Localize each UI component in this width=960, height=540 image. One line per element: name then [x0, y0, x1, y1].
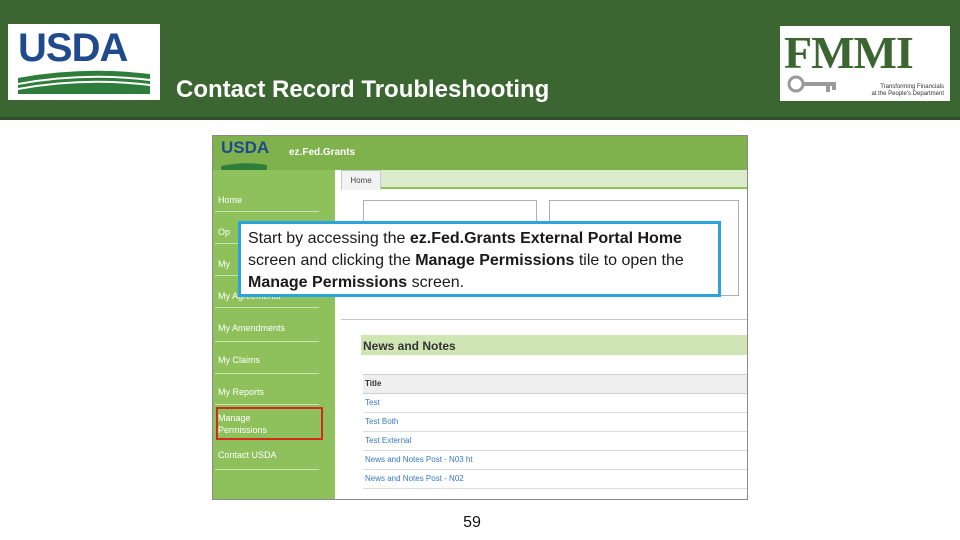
sidebar-divider: [215, 373, 319, 374]
sidebar-item-my-amendments[interactable]: My Amendments: [218, 322, 318, 334]
header-band: USDA Contact Record Troubleshooting FMMI…: [0, 0, 960, 120]
news-row-link[interactable]: Test Both: [363, 413, 747, 432]
usda-logo-text: USDA: [18, 26, 128, 70]
sidebar-divider: [215, 211, 319, 212]
fmmi-tagline: Transforming Financials at the People's …: [871, 84, 944, 98]
mini-usda-logo: USDA: [221, 138, 270, 170]
sidebar-item-my-reports[interactable]: My Reports: [218, 386, 318, 398]
tab-home[interactable]: Home: [341, 170, 381, 190]
fmmi-tagline-line1: Transforming Financials: [880, 84, 944, 90]
instruction-callout: Start by accessing the ez.Fed.Grants Ext…: [238, 221, 721, 297]
keys-icon: [787, 75, 836, 93]
callout-text: screen.: [407, 274, 465, 291]
sidebar-item-home[interactable]: Home: [218, 194, 318, 206]
callout-text-bold: Manage Permissions: [415, 252, 575, 269]
app-topbar: USDA ez.Fed.Grants: [213, 136, 747, 170]
sidebar-divider: [215, 341, 319, 342]
sidebar-divider: [215, 307, 319, 308]
usda-logo: USDA: [8, 24, 160, 100]
slide-title: Contact Record Troubleshooting: [176, 76, 550, 103]
callout-text: screen and clicking the: [248, 252, 416, 269]
callout-text: tile to open the: [574, 252, 684, 269]
slide: USDA Contact Record Troubleshooting FMMI…: [0, 0, 960, 540]
callout-text-bold: ez.Fed.Grants External Portal Home: [409, 230, 682, 247]
news-row-link[interactable]: News and Notes Post - N02: [363, 470, 747, 489]
tab-strip: [341, 170, 747, 189]
content-divider: [341, 319, 747, 320]
news-row-link[interactable]: Test: [363, 394, 747, 413]
news-row-link[interactable]: Test External: [363, 432, 747, 451]
fmmi-tagline-line2: at the People's Department: [871, 91, 944, 97]
page-number: 59: [463, 514, 481, 531]
app-name: ez.Fed.Grants: [289, 147, 356, 158]
news-title: News and Notes: [363, 339, 456, 353]
sidebar-item-my-claims[interactable]: My Claims: [218, 354, 318, 366]
embedded-screenshot: USDA ez.Fed.Grants Home Op My My Agreeme…: [212, 135, 748, 500]
news-row-link[interactable]: News and Notes Post - N03 ht: [363, 451, 747, 470]
sidebar-item-contact-usda[interactable]: Contact USDA: [218, 449, 318, 461]
callout-text: Start by accessing the: [248, 230, 410, 247]
fmmi-logo: FMMI Transforming Financials at the Peop…: [780, 26, 950, 101]
sidebar-divider: [215, 404, 319, 405]
sidebar-divider: [215, 469, 319, 470]
news-table-header: Title: [363, 374, 747, 394]
usda-logo-hills-icon: [18, 70, 150, 94]
mini-hills-icon: [221, 163, 267, 170]
callout-text-bold: Manage Permissions: [248, 274, 408, 291]
mini-usda-logo-text: USDA: [221, 138, 270, 157]
manage-permissions-highlight: [216, 407, 323, 440]
